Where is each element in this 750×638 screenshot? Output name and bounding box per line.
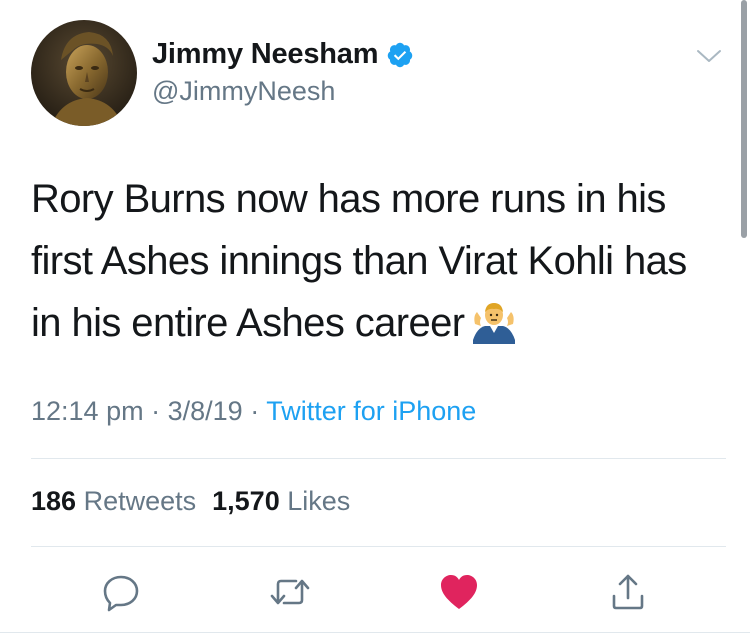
retweets-stat[interactable]: 186 Retweets — [31, 486, 196, 516]
reply-icon — [103, 575, 139, 612]
meta-separator: · — [151, 396, 161, 426]
author-handle[interactable]: @JimmyNeesh — [152, 76, 335, 107]
divider — [31, 458, 726, 459]
chevron-down-icon[interactable] — [694, 46, 724, 66]
divider — [0, 632, 750, 633]
likes-label: Likes — [287, 486, 351, 516]
retweets-count: 186 — [31, 486, 77, 516]
tweet-source-link[interactable]: Twitter for iPhone — [266, 396, 476, 426]
retweet-icon — [270, 579, 310, 605]
author-name-row[interactable]: Jimmy Neesham — [152, 38, 414, 71]
meta-separator: · — [250, 396, 260, 426]
bronze-bust-avatar-icon — [31, 20, 137, 126]
avatar[interactable] — [31, 20, 137, 126]
tweet-detail: Jimmy Neesham @JimmyNeesh Rory Burns now… — [0, 0, 750, 638]
tweet-stats: 186 Retweets 1,570 Likes — [31, 486, 350, 517]
tweet-date: 3/8/19 — [167, 396, 243, 426]
retweets-label: Retweets — [83, 486, 197, 516]
tweet-text-line: in his entire Ashes career — [31, 292, 721, 354]
verified-badge-icon — [386, 41, 414, 69]
tweet-metadata: 12:14 pm · 3/8/19 · Twitter for iPhone — [31, 396, 476, 427]
share-icon — [612, 574, 644, 610]
likes-stat[interactable]: 1,570 Likes — [212, 486, 350, 516]
tweet-time: 12:14 pm — [31, 396, 144, 426]
reply-button[interactable] — [99, 570, 143, 614]
author-display-name[interactable]: Jimmy Neesham — [152, 38, 379, 71]
retweet-button[interactable] — [268, 570, 312, 614]
tweet-text-line-content: in his entire Ashes career — [31, 301, 465, 345]
scrollbar[interactable] — [741, 0, 747, 238]
tweet-text-line: first Ashes innings than Virat Kohli has — [31, 239, 687, 283]
like-icon — [441, 575, 477, 609]
tweet-text-line: Rory Burns now has more runs in his — [31, 177, 666, 221]
likes-count: 1,570 — [212, 486, 280, 516]
divider — [31, 546, 726, 547]
man-shrugging-emoji-icon — [471, 300, 517, 344]
like-button[interactable] — [437, 570, 481, 614]
share-button[interactable] — [606, 570, 650, 614]
tweet-text: Rory Burns now has more runs in his firs… — [31, 168, 721, 354]
